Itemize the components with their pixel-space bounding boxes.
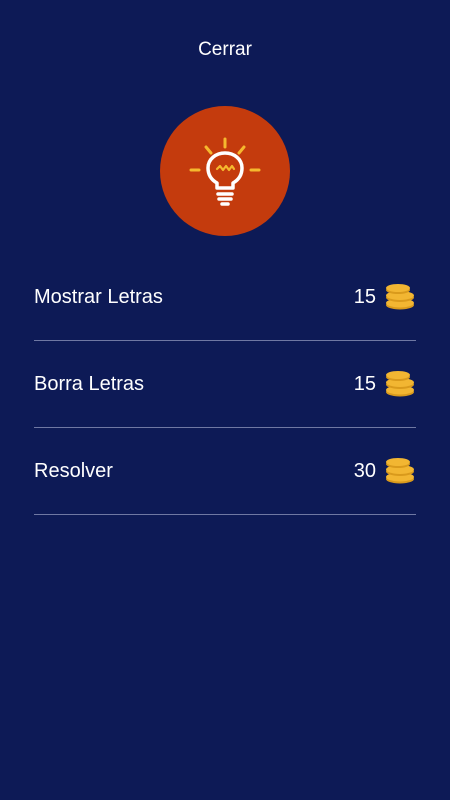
option-label: Borra Letras	[34, 373, 145, 395]
option-price: 30	[353, 460, 376, 482]
lightbulb-icon	[189, 137, 261, 206]
option-label: Resolver	[34, 460, 113, 482]
coins-icon	[386, 371, 414, 397]
option-show-letters[interactable]: Mostrar Letras 15	[34, 254, 416, 341]
hints-screen: Cerrar Mostrar Letras 15 Borra Letras 15…	[0, 0, 450, 800]
option-price: 15	[353, 286, 376, 308]
hint-badge	[160, 106, 290, 236]
option-solve[interactable]: Resolver 30	[34, 428, 416, 515]
hint-options-list: Mostrar Letras 15 Borra Letras 15 Resolv…	[34, 254, 416, 515]
option-label: Mostrar Letras	[34, 286, 163, 308]
coins-icon	[386, 284, 414, 310]
close-button[interactable]: Cerrar	[0, 36, 450, 64]
coins-icon	[386, 458, 414, 484]
option-price: 15	[353, 373, 376, 395]
option-erase-letters[interactable]: Borra Letras 15	[34, 341, 416, 428]
